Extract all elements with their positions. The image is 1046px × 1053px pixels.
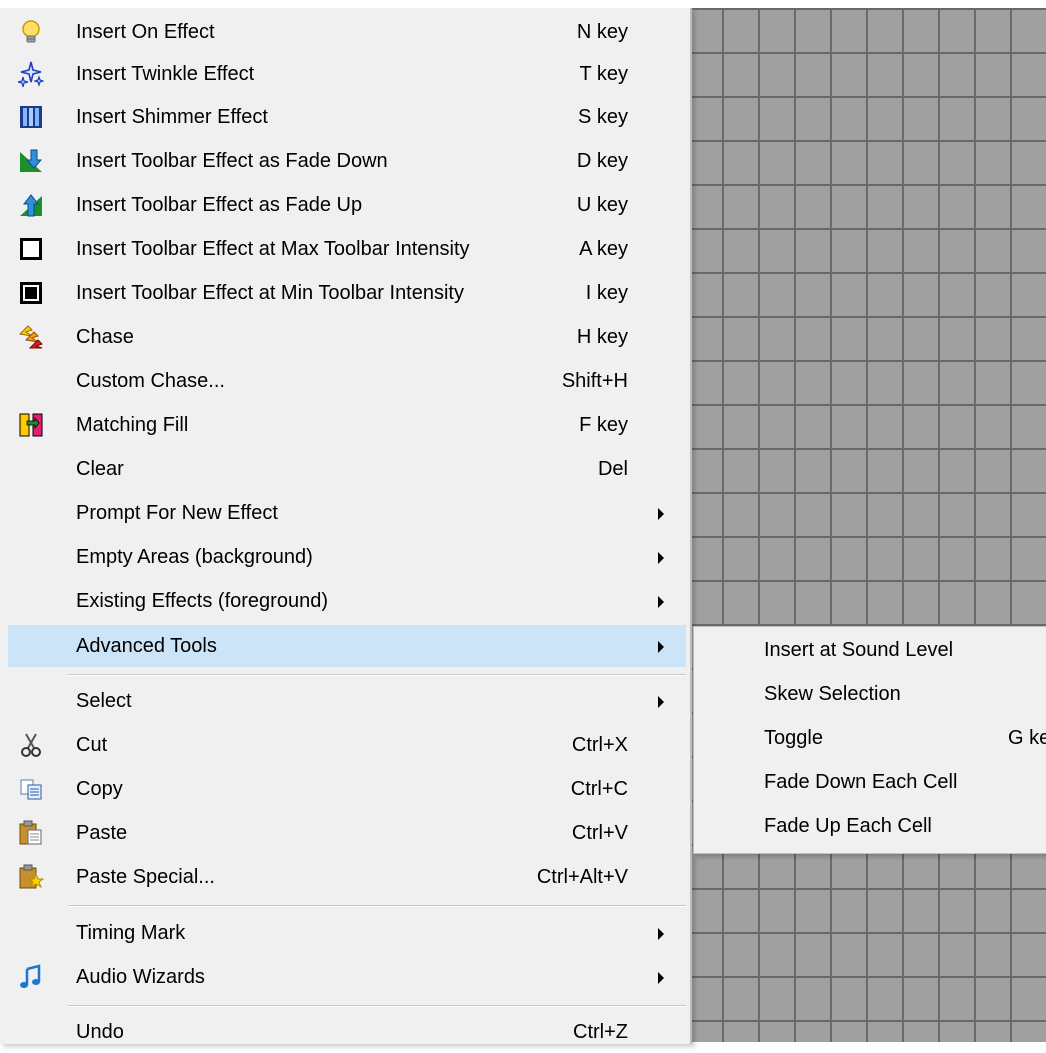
submenu-item-insert-at-sound-level[interactable]: Insert at Sound Level [764, 629, 1034, 671]
menu-item-matching-fill[interactable]: Matching Fill F key [8, 404, 686, 446]
menu-item-insert-fade-down[interactable]: Insert Toolbar Effect as Fade Down D key [8, 140, 686, 182]
menu-item-select[interactable]: Select [8, 680, 686, 722]
menu-item-cut[interactable]: Cut Ctrl+X [8, 724, 686, 766]
submenu-arrow-icon [658, 596, 664, 608]
submenu-item-toggle[interactable]: Toggle G key [764, 717, 1046, 759]
min-intensity-icon [18, 280, 44, 306]
submenu-item-skew-selection[interactable]: Skew Selection [764, 673, 1034, 715]
menu-item-copy[interactable]: Copy Ctrl+C [8, 768, 686, 810]
menu-item-prompt-for-new-effect[interactable]: Prompt For New Effect [8, 492, 686, 534]
chase-icon [18, 324, 44, 350]
menu-item-custom-chase[interactable]: Custom Chase... Shift+H [8, 360, 686, 402]
submenu-arrow-icon [658, 641, 664, 653]
menu-separator [68, 1005, 686, 1007]
copy-icon [18, 776, 44, 802]
submenu-arrow-icon [658, 552, 664, 564]
submenu-arrow-icon [658, 696, 664, 708]
shimmer-icon [18, 104, 44, 130]
menu-item-advanced-tools[interactable]: Advanced Tools [8, 625, 686, 667]
twinkle-stars-icon [18, 61, 44, 87]
context-menu: Insert On Effect N key Insert Twinkle Ef… [0, 8, 692, 1044]
menu-item-paste[interactable]: Paste Ctrl+V [8, 812, 686, 854]
submenu-arrow-icon [658, 508, 664, 520]
submenu-item-fade-down-each-cell[interactable]: Fade Down Each Cell [764, 761, 1034, 803]
submenu-arrow-icon [658, 928, 664, 940]
menu-item-insert-twinkle-effect[interactable]: Insert Twinkle Effect T key [8, 53, 686, 95]
submenu-arrow-icon [658, 972, 664, 984]
scissors-icon [18, 732, 44, 758]
advanced-tools-submenu: Insert at Sound Level Skew Selection Tog… [693, 626, 1046, 854]
menu-item-paste-special[interactable]: Paste Special... Ctrl+Alt+V [8, 856, 686, 898]
lightbulb-icon [18, 19, 44, 45]
menu-item-undo[interactable]: Undo Ctrl+Z [8, 1011, 686, 1053]
menu-separator [68, 905, 686, 907]
menu-item-chase[interactable]: Chase H key [8, 316, 686, 358]
menu-item-timing-mark[interactable]: Timing Mark [8, 912, 686, 954]
submenu-item-fade-up-each-cell[interactable]: Fade Up Each Cell [764, 805, 1034, 847]
menu-item-insert-min-intensity[interactable]: Insert Toolbar Effect at Min Toolbar Int… [8, 272, 686, 314]
menu-item-insert-shimmer-effect[interactable]: Insert Shimmer Effect S key [8, 96, 686, 138]
menu-item-insert-fade-up[interactable]: Insert Toolbar Effect as Fade Up U key [8, 184, 686, 226]
menu-item-empty-areas[interactable]: Empty Areas (background) [8, 536, 686, 578]
matching-fill-icon [18, 412, 44, 438]
menu-item-audio-wizards[interactable]: Audio Wizards [8, 956, 686, 998]
menu-item-insert-max-intensity[interactable]: Insert Toolbar Effect at Max Toolbar Int… [8, 228, 686, 270]
menu-separator [68, 674, 686, 676]
paste-icon [18, 820, 44, 846]
menu-item-insert-on-effect[interactable]: Insert On Effect N key [8, 11, 686, 53]
max-intensity-icon [18, 236, 44, 262]
fade-up-icon [18, 192, 44, 218]
fade-down-icon [18, 148, 44, 174]
music-note-icon [18, 964, 44, 990]
menu-item-clear[interactable]: Clear Del [8, 448, 686, 490]
paste-special-icon [18, 864, 44, 890]
timeline-grid [686, 0, 1046, 1051]
menu-item-existing-effects[interactable]: Existing Effects (foreground) [8, 580, 686, 622]
